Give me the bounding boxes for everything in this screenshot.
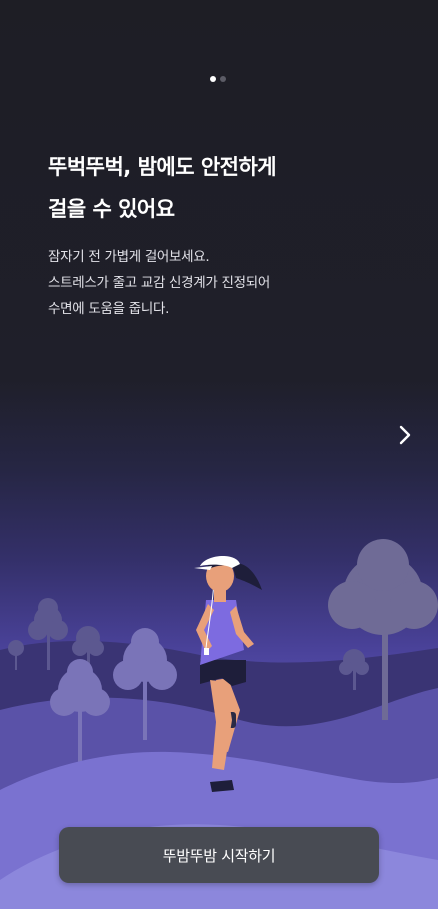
title-line-2: 걸을 수 있어요: [48, 197, 175, 221]
onboarding-screen: 뚜벅뚜벅, 밤에도 안전하게 걸을 수 있어요 잠자기 전 가볍게 걸어보세요.…: [0, 0, 438, 909]
chevron-right-icon: [399, 425, 411, 445]
description-line-2: 스트레스가 줄고 교감 신경계가 진정되어: [48, 275, 271, 291]
page-dot-active[interactable]: [210, 76, 216, 82]
title-line-1: 뚜벅뚜벅, 밤에도 안전하게: [48, 155, 277, 179]
onboarding-description: 잠자기 전 가볍게 걸어보세요. 스트레스가 줄고 교감 신경계가 진정되어 수…: [48, 244, 388, 322]
description-line-3: 수면에 도움을 줍니다.: [48, 301, 170, 317]
start-button[interactable]: 뚜밤뚜밤 시작하기: [59, 827, 379, 883]
page-dot-inactive[interactable]: [220, 76, 226, 82]
onboarding-title: 뚜벅뚜벅, 밤에도 안전하게 걸을 수 있어요: [48, 146, 368, 230]
description-line-1: 잠자기 전 가볍게 걸어보세요.: [48, 249, 210, 265]
page-indicator: [210, 76, 226, 82]
next-page-button[interactable]: [392, 420, 418, 450]
